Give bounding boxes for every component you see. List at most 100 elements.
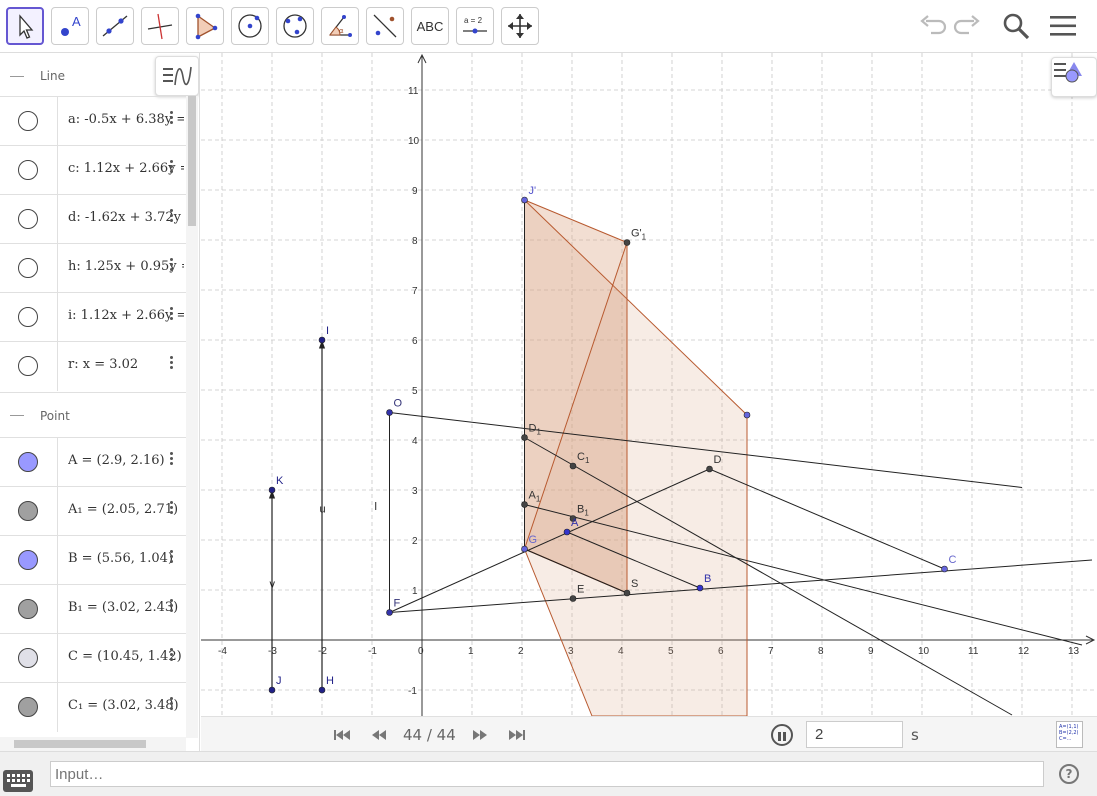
algebra-expression[interactable]: d: -1.62x + 3.72y = bbox=[68, 210, 184, 225]
point-label: C bbox=[949, 554, 957, 566]
visibility-toggle[interactable] bbox=[18, 501, 38, 521]
graphics-view[interactable]: -4-3-2-1012345678910111213-1123456789101… bbox=[201, 53, 1097, 716]
search-button[interactable] bbox=[998, 8, 1034, 44]
x-tick-label: 2 bbox=[518, 646, 524, 657]
scrollbar-thumb[interactable] bbox=[188, 96, 196, 226]
algebra-row-A[interactable]: A = (2.9, 2.16) bbox=[0, 437, 186, 487]
scrollbar-thumb[interactable] bbox=[14, 740, 146, 748]
text-tool[interactable]: ABC bbox=[411, 7, 449, 45]
algebra-expression[interactable]: i: 1.12x + 2.66y = bbox=[68, 308, 184, 323]
algebra-row-C[interactable]: C = (10.45, 1.42) bbox=[0, 633, 186, 683]
algebra-row-r[interactable]: r: x = 3.02 bbox=[0, 341, 186, 391]
keyboard-icon[interactable] bbox=[3, 770, 33, 792]
algebra-row-i[interactable]: i: 1.12x + 2.66y = bbox=[0, 292, 186, 342]
more-options-icon[interactable] bbox=[168, 109, 174, 129]
point-label: H bbox=[326, 675, 334, 687]
algebra-expression[interactable]: h: 1.25x + 0.95y = bbox=[68, 259, 184, 274]
undo-button[interactable] bbox=[914, 8, 950, 44]
point-label: A bbox=[571, 517, 579, 529]
visibility-toggle[interactable] bbox=[18, 452, 38, 472]
algebra-row-B1[interactable]: B₁ = (3.02, 2.43) bbox=[0, 584, 186, 634]
conic-tool[interactable] bbox=[276, 7, 314, 45]
step-back-button[interactable] bbox=[368, 726, 390, 744]
vertical-scrollbar[interactable] bbox=[186, 96, 198, 738]
more-options-icon[interactable] bbox=[168, 207, 174, 227]
more-options-icon[interactable] bbox=[168, 256, 174, 276]
polygon-tool[interactable] bbox=[186, 7, 224, 45]
cursor-arrow-icon bbox=[19, 14, 34, 39]
visibility-toggle[interactable] bbox=[18, 258, 38, 278]
visibility-toggle[interactable] bbox=[18, 209, 38, 229]
algebra-row-A1[interactable]: A₁ = (2.05, 2.71) bbox=[0, 486, 186, 536]
algebra-expression[interactable]: c: 1.12x + 2.66y = bbox=[68, 161, 184, 176]
visibility-toggle[interactable] bbox=[18, 307, 38, 327]
graphics-canvas[interactable]: -4-3-2-1012345678910111213-1123456789101… bbox=[201, 53, 1097, 716]
move-graphics-tool[interactable] bbox=[501, 7, 539, 45]
algebra-expression[interactable]: A = (2.9, 2.16) bbox=[68, 453, 184, 468]
x-tick-label: 11 bbox=[968, 646, 979, 657]
x-tick-label: 13 bbox=[1068, 646, 1080, 657]
table-of-values-icon[interactable]: A=(1,1) B=(2,2) C=... bbox=[1056, 721, 1083, 748]
skip-last-button[interactable] bbox=[506, 726, 528, 744]
algebra-menu-button[interactable] bbox=[155, 56, 199, 96]
horizontal-scrollbar[interactable] bbox=[0, 737, 186, 751]
frame-counter: 44 / 44 bbox=[403, 726, 456, 744]
step-forward-button[interactable] bbox=[469, 726, 491, 744]
algebra-row-d[interactable]: d: -1.62x + 3.72y = bbox=[0, 194, 186, 244]
point-marker bbox=[941, 565, 948, 573]
graphics-style-button[interactable] bbox=[1051, 57, 1097, 97]
algebra-expression[interactable]: a: -0.5x + 6.38y = bbox=[68, 112, 184, 127]
more-options-icon[interactable] bbox=[168, 548, 174, 568]
y-tick-label: 8 bbox=[412, 236, 418, 247]
angle-tool[interactable]: α bbox=[321, 7, 359, 45]
more-options-icon[interactable] bbox=[168, 597, 174, 617]
algebra-row-B[interactable]: B = (5.56, 1.04) bbox=[0, 535, 186, 585]
algebra-row-h[interactable]: h: 1.25x + 0.95y = bbox=[0, 243, 186, 293]
point-tool[interactable]: A bbox=[51, 7, 89, 45]
more-options-icon[interactable] bbox=[168, 158, 174, 178]
point-label: G'1 bbox=[631, 228, 647, 242]
algebra-row-a[interactable]: a: -0.5x + 6.38y = bbox=[0, 96, 186, 146]
algebra-expression[interactable]: B = (5.56, 1.04) bbox=[68, 551, 184, 566]
skip-first-button[interactable] bbox=[331, 726, 353, 744]
reflect-tool[interactable] bbox=[366, 7, 404, 45]
point-label: F bbox=[394, 598, 401, 610]
algebra-row-c[interactable]: c: 1.12x + 2.66y = bbox=[0, 145, 186, 195]
redo-button[interactable] bbox=[950, 8, 986, 44]
visibility-toggle[interactable] bbox=[18, 356, 38, 376]
slider-tool[interactable]: a = 2 bbox=[456, 7, 494, 45]
visibility-toggle[interactable] bbox=[18, 648, 38, 668]
x-tick-label: 7 bbox=[768, 646, 774, 657]
algebra-input[interactable] bbox=[50, 761, 1044, 787]
algebra-expression[interactable]: C = (10.45, 1.42) bbox=[68, 649, 184, 664]
visibility-toggle[interactable] bbox=[18, 550, 38, 570]
row-divider bbox=[57, 97, 58, 146]
algebra-expression[interactable]: C₁ = (3.02, 3.48) bbox=[68, 698, 184, 713]
more-options-icon[interactable] bbox=[168, 450, 174, 470]
visibility-toggle[interactable] bbox=[18, 697, 38, 717]
line-tool[interactable] bbox=[96, 7, 134, 45]
circle-tool[interactable] bbox=[231, 7, 269, 45]
speed-input[interactable] bbox=[806, 721, 903, 748]
main-menu-button[interactable] bbox=[1045, 8, 1081, 44]
pause-button[interactable] bbox=[771, 724, 793, 746]
algebra-expression[interactable]: A₁ = (2.05, 2.71) bbox=[68, 502, 184, 517]
visibility-toggle[interactable] bbox=[18, 599, 38, 619]
algebra-row-C1[interactable]: C₁ = (3.02, 3.48) bbox=[0, 682, 186, 732]
move-tool[interactable] bbox=[6, 7, 44, 45]
group-label: Point bbox=[40, 408, 70, 423]
visibility-toggle[interactable] bbox=[18, 160, 38, 180]
more-options-icon[interactable] bbox=[168, 499, 174, 519]
algebra-expression[interactable]: B₁ = (3.02, 2.43) bbox=[68, 600, 184, 615]
algebra-expression[interactable]: r: x = 3.02 bbox=[68, 357, 184, 372]
more-options-icon[interactable] bbox=[168, 305, 174, 325]
perpendicular-line-tool[interactable] bbox=[141, 7, 179, 45]
visibility-toggle[interactable] bbox=[18, 111, 38, 131]
more-options-icon[interactable] bbox=[168, 354, 174, 374]
search-icon bbox=[1003, 13, 1030, 40]
more-options-icon[interactable] bbox=[168, 646, 174, 666]
more-options-icon[interactable] bbox=[168, 695, 174, 715]
help-button[interactable]: ? bbox=[1059, 764, 1079, 784]
group-header-point[interactable]: Point bbox=[0, 392, 186, 438]
svg-text:A: A bbox=[72, 14, 81, 29]
